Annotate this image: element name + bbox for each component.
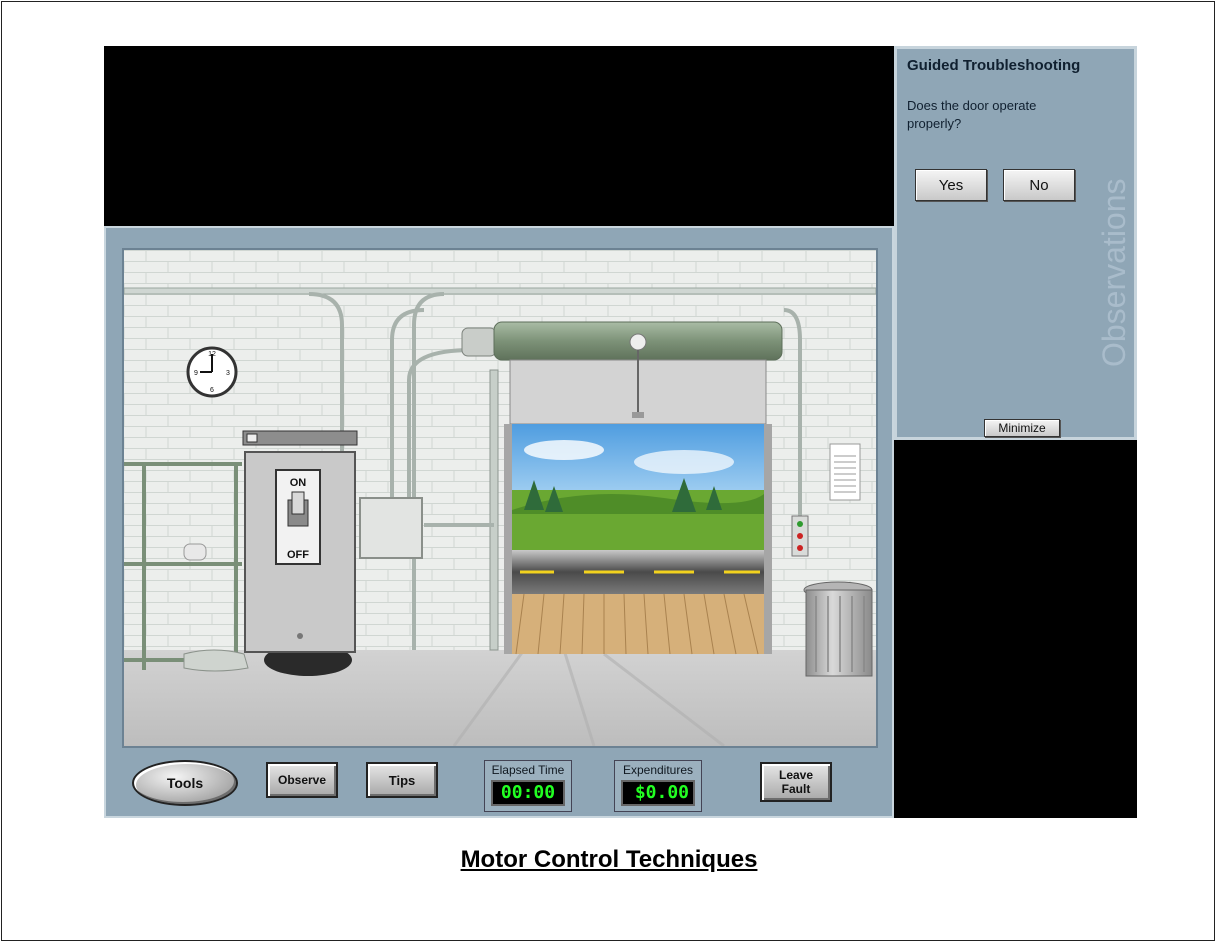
minimize-button[interactable]: Minimize (984, 419, 1060, 437)
observations-watermark: Observations (1096, 178, 1132, 367)
scene-illustration: 12 3 6 9 (124, 250, 876, 746)
troubleshooting-question: Does the door operate properly? (907, 98, 1037, 131)
elapsed-time-value: 00:00 (491, 780, 565, 806)
switch-handle[interactable] (291, 491, 305, 515)
svg-text:Observations: Observations (1096, 178, 1132, 367)
observe-button[interactable]: Observe (266, 762, 338, 798)
no-button[interactable]: No (1003, 169, 1075, 201)
guided-troubleshooting-panel: Guided Troubleshooting Does the door ope… (894, 46, 1137, 440)
tools-button[interactable]: Tools (132, 760, 238, 806)
black-area-right (894, 440, 1137, 818)
black-area-top (104, 46, 894, 226)
yes-button[interactable]: Yes (915, 169, 987, 201)
lock-screw-icon (297, 633, 303, 639)
svg-text:12: 12 (208, 351, 216, 358)
leave-fault-button[interactable]: Leave Fault (760, 762, 832, 802)
elapsed-time-label: Elapsed Time (491, 763, 565, 777)
expenditures-readout: Expenditures $0.00 (614, 760, 702, 812)
expenditures-label: Expenditures (622, 763, 694, 777)
switch-off-label: OFF (287, 549, 309, 561)
expenditures-value: $0.00 (621, 780, 695, 806)
svg-text:6: 6 (210, 387, 214, 394)
workshop-scene: 12 3 6 9 (122, 248, 878, 748)
panel-title: Guided Troubleshooting (907, 57, 1081, 74)
tips-button[interactable]: Tips (366, 762, 438, 798)
disconnect-switch[interactable]: ON OFF (242, 430, 358, 654)
elapsed-time-readout: Elapsed Time 00:00 (484, 760, 572, 812)
svg-text:9: 9 (194, 370, 198, 377)
switch-on-label: ON (290, 477, 307, 489)
disconnect-switch-graphic: ON OFF (242, 430, 358, 653)
page-caption: Motor Control Techniques (460, 846, 758, 873)
svg-text:3: 3 (226, 370, 230, 377)
